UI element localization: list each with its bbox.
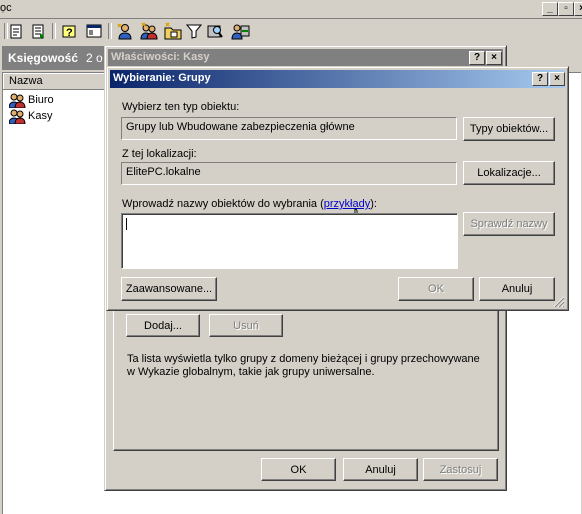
properties-icon[interactable] <box>10 24 22 39</box>
group-icon <box>8 108 27 125</box>
list-item[interactable]: Biuro <box>8 92 109 109</box>
select-groups-title: Wybieranie: Grupy <box>113 72 211 84</box>
select-ok-button[interactable]: OK <box>398 277 474 301</box>
remove-button[interactable]: Usuń <box>209 314 283 337</box>
properties-ok-button[interactable]: OK <box>261 458 336 481</box>
mmc-restore-button[interactable]: ▫ <box>558 2 574 16</box>
mmc-title-fragment: ọc <box>0 2 12 14</box>
properties-help-button[interactable]: ? <box>469 51 485 65</box>
add-to-group-icon[interactable] <box>230 22 250 40</box>
properties-apply-button[interactable]: Zastosuj <box>423 458 498 481</box>
filter-icon[interactable] <box>185 23 203 39</box>
toolbar-separator-icon <box>52 23 56 39</box>
text-caret <box>126 218 127 230</box>
properties-close-button[interactable]: × <box>486 51 502 65</box>
group-icon <box>8 92 27 109</box>
object-names-input[interactable] <box>121 213 458 269</box>
add-button[interactable]: Dodaj... <box>126 314 200 337</box>
new-user-icon[interactable] <box>116 22 134 40</box>
result-pane-count: 2 o <box>86 51 103 65</box>
result-pane-header: Księgowość 2 o <box>2 46 112 70</box>
select-groups-close-button[interactable]: × <box>549 72 565 86</box>
mmc-menubar: ọc _ ▫ × <box>0 0 582 19</box>
toolbar-separator-icon <box>108 23 112 39</box>
mmc-close-button[interactable]: × <box>574 2 582 16</box>
console-icon[interactable] <box>86 24 102 39</box>
list-item[interactable]: Kasy <box>8 108 109 125</box>
list-item-label: Kasy <box>28 110 53 122</box>
properties-titlebar[interactable]: Właściwości: Kasy ? × <box>108 49 503 67</box>
location-label: Z tej lokalizacji: <box>122 148 197 160</box>
new-ou-icon[interactable] <box>164 22 182 40</box>
object-type-label: Wybierz ten typ obiektu: <box>122 101 240 113</box>
select-groups-titlebar[interactable]: Wybieranie: Grupy ? × <box>110 70 565 88</box>
properties-title: Właściwości: Kasy <box>111 51 210 63</box>
resize-grip-icon[interactable] <box>553 296 565 308</box>
location-field: ElitePC.lokalne <box>121 162 457 185</box>
find-icon[interactable] <box>206 23 224 39</box>
locations-button[interactable]: Lokalizacje... <box>463 161 555 185</box>
select-groups-dialog: Wybieranie: Grupy ? × Wybierz ten typ ob… <box>106 66 569 311</box>
check-names-button[interactable]: Sprawdź nazwy <box>463 212 555 236</box>
properties-info-text: Ta lista wyświetla tylko grupy z domeny … <box>127 353 480 378</box>
advanced-button[interactable]: Zaawansowane... <box>121 277 217 301</box>
select-cancel-button[interactable]: Anuluj <box>479 277 555 301</box>
svg-text:?: ? <box>66 27 73 39</box>
list-item-label: Biuro <box>28 94 54 106</box>
names-label: Wprowadź nazwy obiektów do wybrania (prz… <box>122 198 377 210</box>
object-type-field: Grupy lub Wbudowane zabezpieczenia główn… <box>121 117 457 140</box>
object-types-button[interactable]: Typy obiektów... <box>463 117 555 141</box>
result-pane-title: Księgowość <box>8 51 79 65</box>
export-list-icon[interactable] <box>32 24 46 39</box>
select-groups-help-button[interactable]: ? <box>532 72 548 86</box>
help-icon[interactable]: ? <box>62 24 77 39</box>
toolbar-separator-icon <box>4 23 8 39</box>
properties-cancel-button[interactable]: Anuluj <box>343 458 418 481</box>
mmc-toolbar: ? <box>0 19 582 45</box>
mmc-minimize-button[interactable]: _ <box>542 2 558 16</box>
new-group-icon[interactable] <box>140 22 158 40</box>
